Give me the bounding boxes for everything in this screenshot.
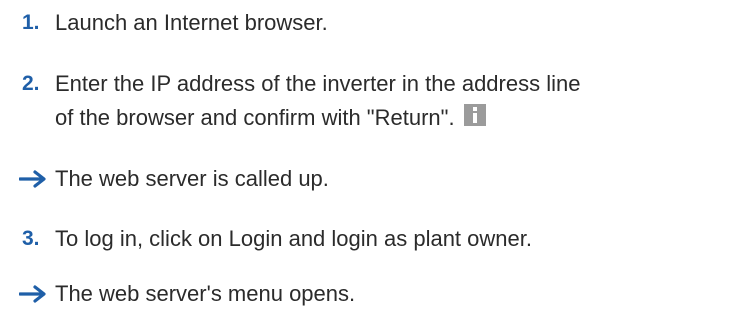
step-number: 1. [22,11,40,34]
step-text-line-2: of the browser and confirm with "Return"… [55,105,455,130]
info-icon-stem [472,113,477,123]
step-text-line-2-wrap: of the browser and confirm with "Return"… [55,101,486,135]
result-text: The web server is called up. [55,166,329,191]
step-number: 3. [22,227,40,250]
arrow-right-icon [19,170,46,188]
step-text-line-1: Enter the IP address of the inverter in … [55,71,581,96]
step-text: Launch an Internet browser. [55,10,328,35]
result-text: The web server's menu opens. [55,281,356,306]
info-icon-dot [472,107,477,111]
step-text: To log in, click on Login and login as p… [55,226,532,251]
step-number: 2. [22,72,40,95]
arrow-right-icon [19,285,46,303]
instruction-document: 1. Launch an Internet browser. 2. Enter … [0,0,731,318]
info-icon[interactable] [463,104,486,126]
